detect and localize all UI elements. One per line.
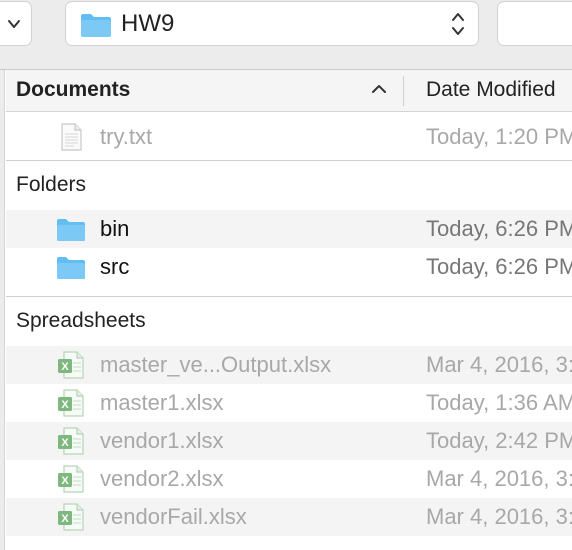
svg-text:X: X [61, 399, 69, 411]
file-name: master1.xlsx [100, 390, 224, 415]
folder-date: Today, 6:26 PM [426, 254, 572, 279]
list-item[interactable]: X vendor2.xlsx Mar 4, 2016, 3:15 PM [6, 460, 572, 498]
svg-text:X: X [61, 475, 69, 487]
file-date: Today, 1:20 PM [426, 124, 572, 149]
file-date: Mar 4, 2016, 3:15 PM [426, 504, 572, 529]
file-date: Mar 4, 2016, 3:15 PM [426, 352, 572, 377]
list-item[interactable]: try.txt Today, 1:20 PM [6, 118, 572, 156]
svg-text:X: X [61, 361, 69, 373]
name-column-header[interactable]: Documents [16, 78, 130, 102]
group-header-folders: Folders [6, 160, 572, 210]
excel-file-icon: X [58, 389, 84, 417]
excel-file-icon: X [58, 465, 84, 493]
column-header: Documents Date Modified [6, 70, 572, 112]
folder-name: src [100, 254, 130, 279]
file-name: try.txt [100, 124, 153, 149]
file-date: Mar 4, 2016, 3:15 PM [426, 466, 572, 491]
sort-ascending-icon[interactable] [371, 82, 387, 96]
group-header-spreadsheets: Spreadsheets [6, 296, 572, 346]
up-down-chevron-icon [452, 13, 464, 35]
file-name: vendorFail.xlsx [100, 504, 247, 529]
group-label: Spreadsheets [16, 309, 146, 332]
column-divider[interactable] [403, 76, 404, 106]
file-date: Today, 2:42 PM [426, 428, 572, 453]
file-name: vendor1.xlsx [100, 428, 224, 453]
excel-file-icon: X [58, 351, 84, 379]
text-file-icon [61, 123, 82, 151]
folder-icon [81, 14, 111, 37]
list-item[interactable]: bin Today, 6:26 PM [6, 210, 572, 248]
folder-icon [57, 257, 85, 279]
list-item[interactable]: X master_ve...Output.xlsx Mar 4, 2016, 3… [6, 346, 572, 384]
search-field[interactable] [497, 1, 572, 46]
excel-file-icon: X [58, 427, 84, 455]
list-item[interactable]: src Today, 6:26 PM [6, 248, 572, 286]
folder-icon [57, 219, 85, 241]
folder-name: bin [100, 216, 130, 241]
path-label: HW9 [121, 10, 175, 37]
group-label: Folders [16, 173, 87, 196]
svg-text:X: X [61, 437, 69, 449]
path-popup-button[interactable]: HW9 [65, 1, 479, 46]
toolbar: HW9 [0, 0, 572, 70]
date-modified-column-header[interactable]: Date Modified [426, 78, 556, 102]
view-options-dropdown[interactable] [0, 1, 32, 46]
folder-date: Today, 6:26 PM [426, 216, 572, 241]
chevron-down-icon [8, 20, 20, 28]
excel-file-icon: X [58, 503, 84, 531]
list-item[interactable]: X vendorFail.xlsx Mar 4, 2016, 3:15 PM [6, 498, 572, 536]
file-name: vendor2.xlsx [100, 466, 224, 491]
file-name: master_ve...Output.xlsx [100, 352, 332, 377]
file-date: Today, 1:36 AM [426, 390, 572, 415]
list-item[interactable]: X vendor1.xlsx Today, 2:42 PM [6, 422, 572, 460]
list-item[interactable]: X master1.xlsx Today, 1:36 AM [6, 384, 572, 422]
svg-text:X: X [61, 513, 69, 525]
sidebar-edge [0, 70, 5, 550]
